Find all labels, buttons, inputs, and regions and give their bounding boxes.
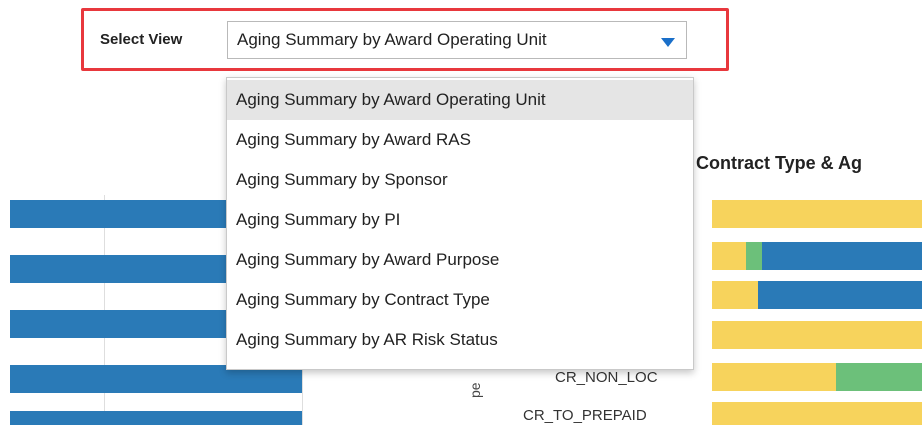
stacked-bar-segment bbox=[712, 321, 922, 349]
category-label: CR_TO_PREPAID bbox=[523, 407, 647, 424]
axis-title: pe bbox=[467, 382, 483, 398]
stacked-bar-segment bbox=[712, 242, 746, 270]
view-option-contract-type[interactable]: Aging Summary by Contract Type bbox=[227, 280, 693, 320]
select-view-label: Select View bbox=[100, 31, 183, 48]
view-option-award-purpose[interactable]: Aging Summary by Award Purpose bbox=[227, 240, 693, 280]
caret-down-icon[interactable] bbox=[661, 38, 675, 47]
stacked-bar-segment bbox=[758, 281, 922, 309]
view-option-pi[interactable]: Aging Summary by PI bbox=[227, 200, 693, 240]
chart-title: Contract Type & Ag bbox=[696, 153, 863, 173]
stacked-bar-segment bbox=[712, 281, 758, 309]
stacked-bar-segment bbox=[712, 402, 922, 425]
view-options-menu: Aging Summary by Award Operating Unit Ag… bbox=[226, 77, 694, 370]
select-view-value: Aging Summary by Award Operating Unit bbox=[237, 30, 547, 49]
view-option-award-ras[interactable]: Aging Summary by Award RAS bbox=[227, 120, 693, 160]
view-option-sponsor[interactable]: Aging Summary by Sponsor bbox=[227, 160, 693, 200]
view-option-operating-unit[interactable]: Aging Summary by Award Operating Unit bbox=[227, 80, 693, 120]
stacked-bar-segment bbox=[712, 363, 836, 391]
category-label: CR_NON_LOC bbox=[555, 369, 658, 386]
view-option-ar-risk-status[interactable]: Aging Summary by AR Risk Status bbox=[227, 320, 693, 360]
stacked-bar-segment bbox=[762, 242, 922, 270]
stacked-bar-segment bbox=[712, 200, 922, 228]
stacked-bar-segment bbox=[836, 363, 922, 391]
stacked-bar-segment bbox=[746, 242, 762, 270]
select-view-dropdown[interactable]: Aging Summary by Award Operating Unit bbox=[227, 21, 687, 59]
left-bar bbox=[10, 411, 302, 425]
